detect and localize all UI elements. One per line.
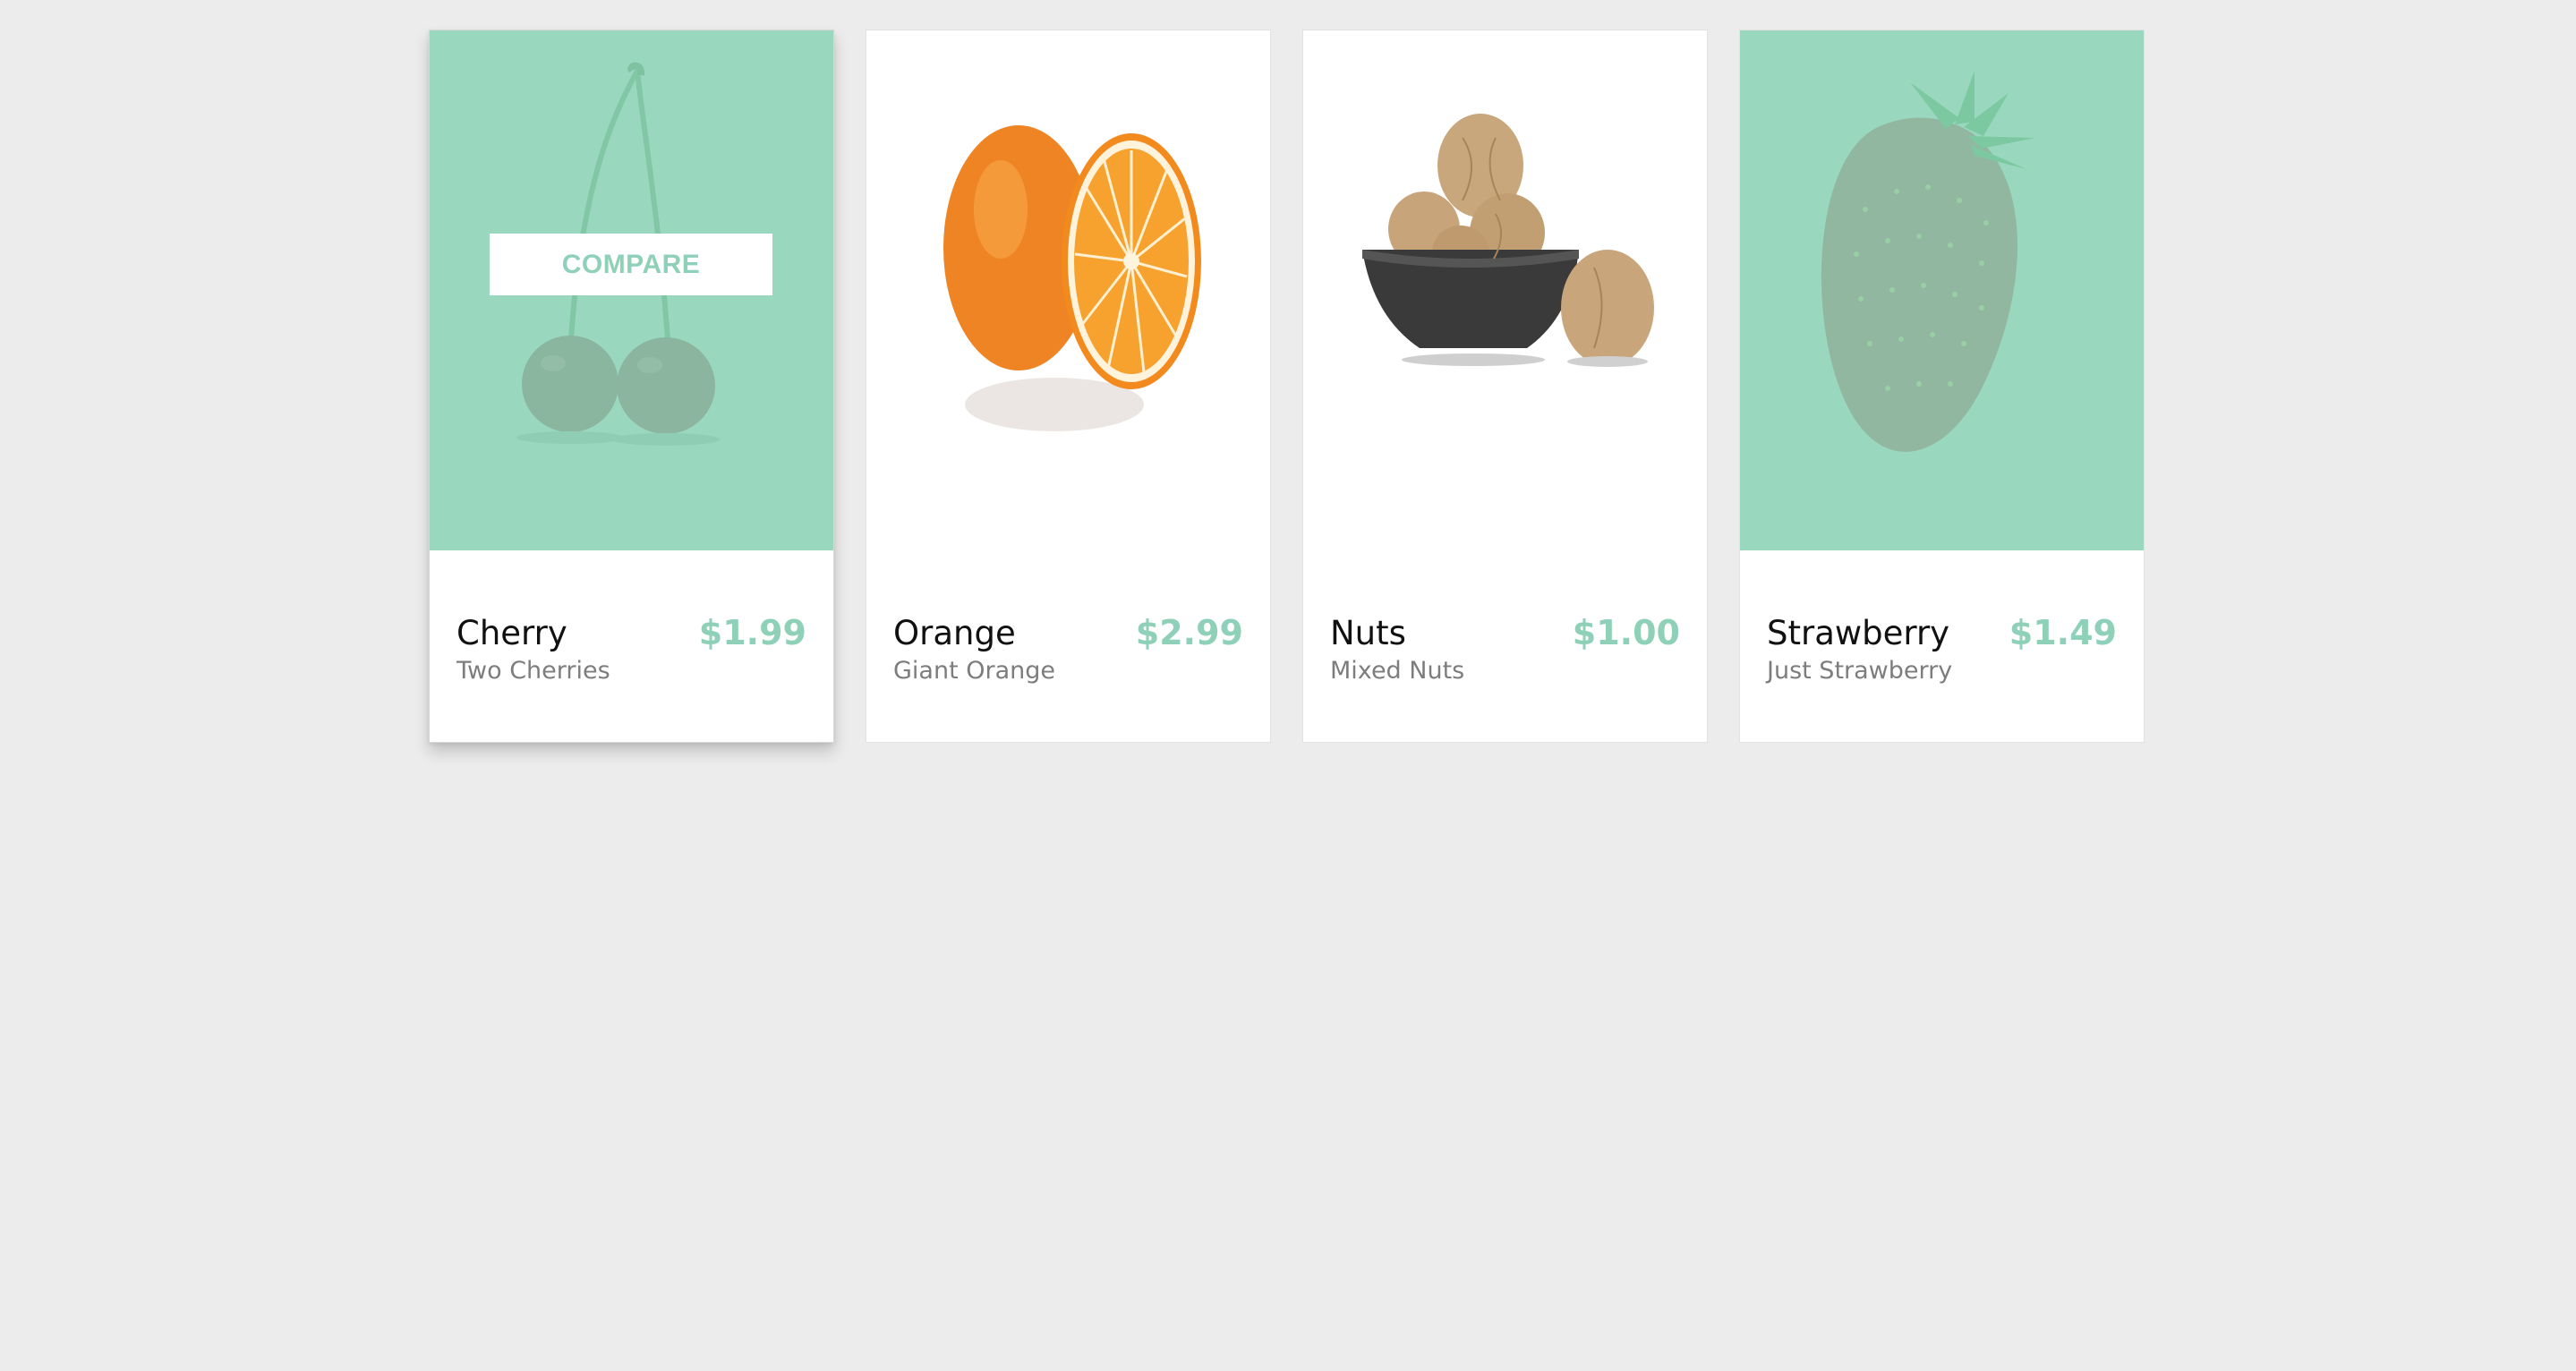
product-subtitle: Mixed Nuts (1330, 657, 1465, 685)
product-image-area (1740, 30, 2144, 550)
product-name: Strawberry (1767, 614, 1950, 652)
product-subtitle: Giant Orange (893, 657, 1056, 685)
product-subtitle: Just Strawberry (1767, 657, 1953, 685)
product-grid: COMPARE Cherry Two Cherries $1.99 Orange… (429, 30, 2145, 743)
product-name: Cherry (456, 614, 567, 652)
product-name: Nuts (1330, 614, 1406, 652)
product-image-area (1303, 30, 1707, 550)
product-price: $1.49 (2009, 613, 2117, 652)
product-subtitle: Two Cherries (456, 657, 610, 685)
product-image-area: COMPARE (430, 30, 833, 550)
product-card-nuts[interactable]: Nuts Mixed Nuts $1.00 (1302, 30, 1708, 743)
product-image-area (866, 30, 1270, 550)
hover-overlay (1740, 30, 2144, 550)
product-card-orange[interactable]: Orange Giant Orange $2.99 (866, 30, 1271, 743)
compare-button[interactable]: COMPARE (490, 234, 772, 295)
orange-image (943, 125, 1201, 431)
nuts-image (1362, 114, 1654, 367)
product-card-strawberry[interactable]: Strawberry Just Strawberry $1.49 (1739, 30, 2145, 743)
product-price: $1.99 (698, 613, 806, 652)
product-card-cherry[interactable]: COMPARE Cherry Two Cherries $1.99 (429, 30, 834, 743)
product-price: $2.99 (1135, 613, 1243, 652)
product-price: $1.00 (1572, 613, 1680, 652)
product-name: Orange (893, 614, 1016, 652)
